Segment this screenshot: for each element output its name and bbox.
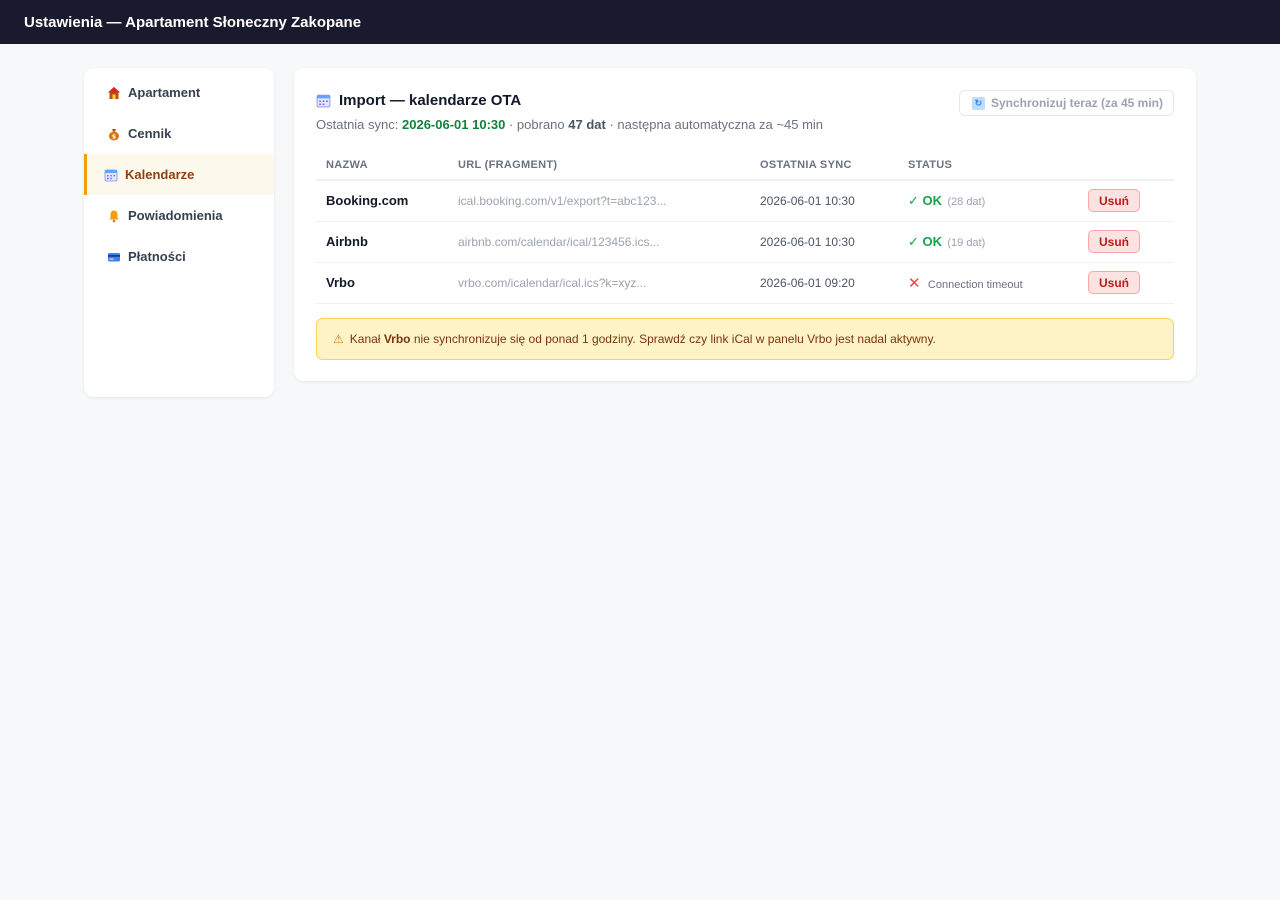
channel-status: ✕ Connection timeout	[898, 262, 1078, 304]
sync-prefix: Ostatnia sync:	[316, 117, 399, 132]
money-bag-icon: $	[107, 127, 121, 141]
channel-url: airbnb.com/calendar/ical/123456.ics...	[448, 221, 750, 263]
sync-now-label: Synchronizuj teraz (za 45 min)	[990, 96, 1163, 110]
refresh-icon: ↻	[971, 96, 985, 110]
channel-status: ✓ OK (19 dat)	[898, 221, 1078, 263]
sidebar-item-powiadomienia[interactable]: Powiadomienia	[84, 195, 274, 236]
settings-sidebar: Apartament $ Cennik Kalendarze Powiadomi…	[84, 68, 274, 397]
status-detail: (28 dat)	[947, 195, 986, 208]
error-x-icon: ✕	[908, 274, 921, 292]
card-header: Import — kalendarze OTA Ostatnia sync: 2…	[316, 90, 1174, 132]
alert-message: nie synchronizuje się od ponad 1 godziny…	[413, 331, 936, 346]
channel-actions: Usuń	[1078, 262, 1174, 304]
delete-button[interactable]: Usuń	[1088, 271, 1140, 294]
sync-now-button[interactable]: ↻ Synchronizuj teraz (za 45 min)	[958, 90, 1174, 116]
next-sync-text: · następna automatyczna za ~45 min	[609, 117, 824, 132]
check-icon: ✓	[908, 233, 923, 249]
status-ok-label: OK	[922, 192, 943, 208]
channel-actions: Usuń	[1078, 221, 1174, 263]
sync-summary: Ostatnia sync: 2026-06-01 10:30 · pobran…	[316, 117, 823, 132]
svg-text:$: $	[112, 133, 116, 140]
col-header-status: STATUS	[898, 150, 1078, 181]
page-title: Ustawienia — Apartament Słoneczny Zakopa…	[24, 13, 362, 31]
channel-name: Airbnb	[316, 221, 448, 263]
col-header-name: NAZWA	[316, 150, 448, 181]
check-icon: ✓	[908, 192, 923, 208]
channel-name: Booking.com	[316, 180, 448, 222]
col-header-actions	[1078, 150, 1174, 181]
table-row: Booking.com ical.booking.com/v1/export?t…	[316, 180, 1174, 222]
top-bar: Ustawienia — Apartament Słoneczny Zakopa…	[0, 0, 1280, 44]
channel-last-sync: 2026-06-01 10:30	[750, 180, 898, 222]
sidebar-item-label: Apartament	[128, 85, 201, 100]
calendar-icon	[104, 168, 118, 182]
channel-url: vrbo.com/icalendar/ical.ics?k=xyz...	[448, 262, 750, 304]
last-sync-datetime: 2026-06-01 10:30	[402, 117, 506, 132]
sync-date-count: 47 dat	[568, 117, 606, 132]
delete-button[interactable]: Usuń	[1088, 230, 1140, 253]
sidebar-item-label: Płatności	[128, 249, 186, 264]
bell-icon	[107, 209, 121, 223]
table-row: Airbnb airbnb.com/calendar/ical/123456.i…	[316, 221, 1174, 263]
warning-icon: ⚠	[333, 331, 344, 346]
delete-button[interactable]: Usuń	[1088, 189, 1140, 213]
status-ok-label: OK	[922, 233, 943, 249]
card-title: Import — kalendarze OTA	[316, 92, 823, 109]
sidebar-item-label: Powiadomienia	[128, 208, 223, 223]
alert-text: Kanał Vrbo nie synchronizuje się od pona…	[350, 332, 936, 346]
status-detail: (19 dat)	[947, 236, 986, 249]
table-row: Vrbo vrbo.com/icalendar/ical.ics?k=xyz..…	[316, 262, 1174, 304]
sidebar-item-label: Kalendarze	[125, 167, 195, 182]
sidebar-item-platnosci[interactable]: Płatności	[84, 236, 274, 277]
channel-last-sync: 2026-06-01 09:20	[750, 262, 898, 304]
calendar-icon	[316, 93, 331, 108]
channel-url: ical.booking.com/v1/export?t=abc123...	[448, 180, 750, 222]
sync-warning-alert: ⚠ Kanał Vrbo nie synchronizuje się od po…	[316, 317, 1174, 360]
status-detail: Connection timeout	[927, 278, 1023, 291]
channel-name: Vrbo	[316, 262, 448, 304]
channel-actions: Usuń	[1078, 180, 1174, 222]
card-title-text: Import — kalendarze OTA	[339, 92, 522, 109]
sidebar-item-apartament[interactable]: Apartament	[84, 72, 274, 113]
alert-channel: Vrbo	[383, 331, 411, 346]
calendar-import-card: Import — kalendarze OTA Ostatnia sync: 2…	[294, 68, 1196, 381]
col-header-last-sync: OSTATNIA SYNC	[750, 150, 898, 181]
credit-card-icon	[107, 250, 121, 264]
house-icon	[107, 86, 121, 100]
sidebar-item-cennik[interactable]: $ Cennik	[84, 113, 274, 154]
channel-last-sync: 2026-06-01 10:30	[750, 221, 898, 263]
col-header-url: URL (FRAGMENT)	[448, 150, 750, 181]
calendars-table: NAZWA URL (FRAGMENT) OSTATNIA SYNC STATU…	[316, 150, 1174, 304]
channel-status: ✓ OK (28 dat)	[898, 180, 1078, 222]
alert-prefix: Kanał	[349, 331, 381, 346]
table-header-row: NAZWA URL (FRAGMENT) OSTATNIA SYNC STATU…	[316, 150, 1174, 181]
sidebar-item-label: Cennik	[128, 126, 172, 141]
sync-fetched-prefix: · pobrano	[508, 117, 565, 132]
sidebar-item-kalendarze[interactable]: Kalendarze	[84, 154, 274, 195]
